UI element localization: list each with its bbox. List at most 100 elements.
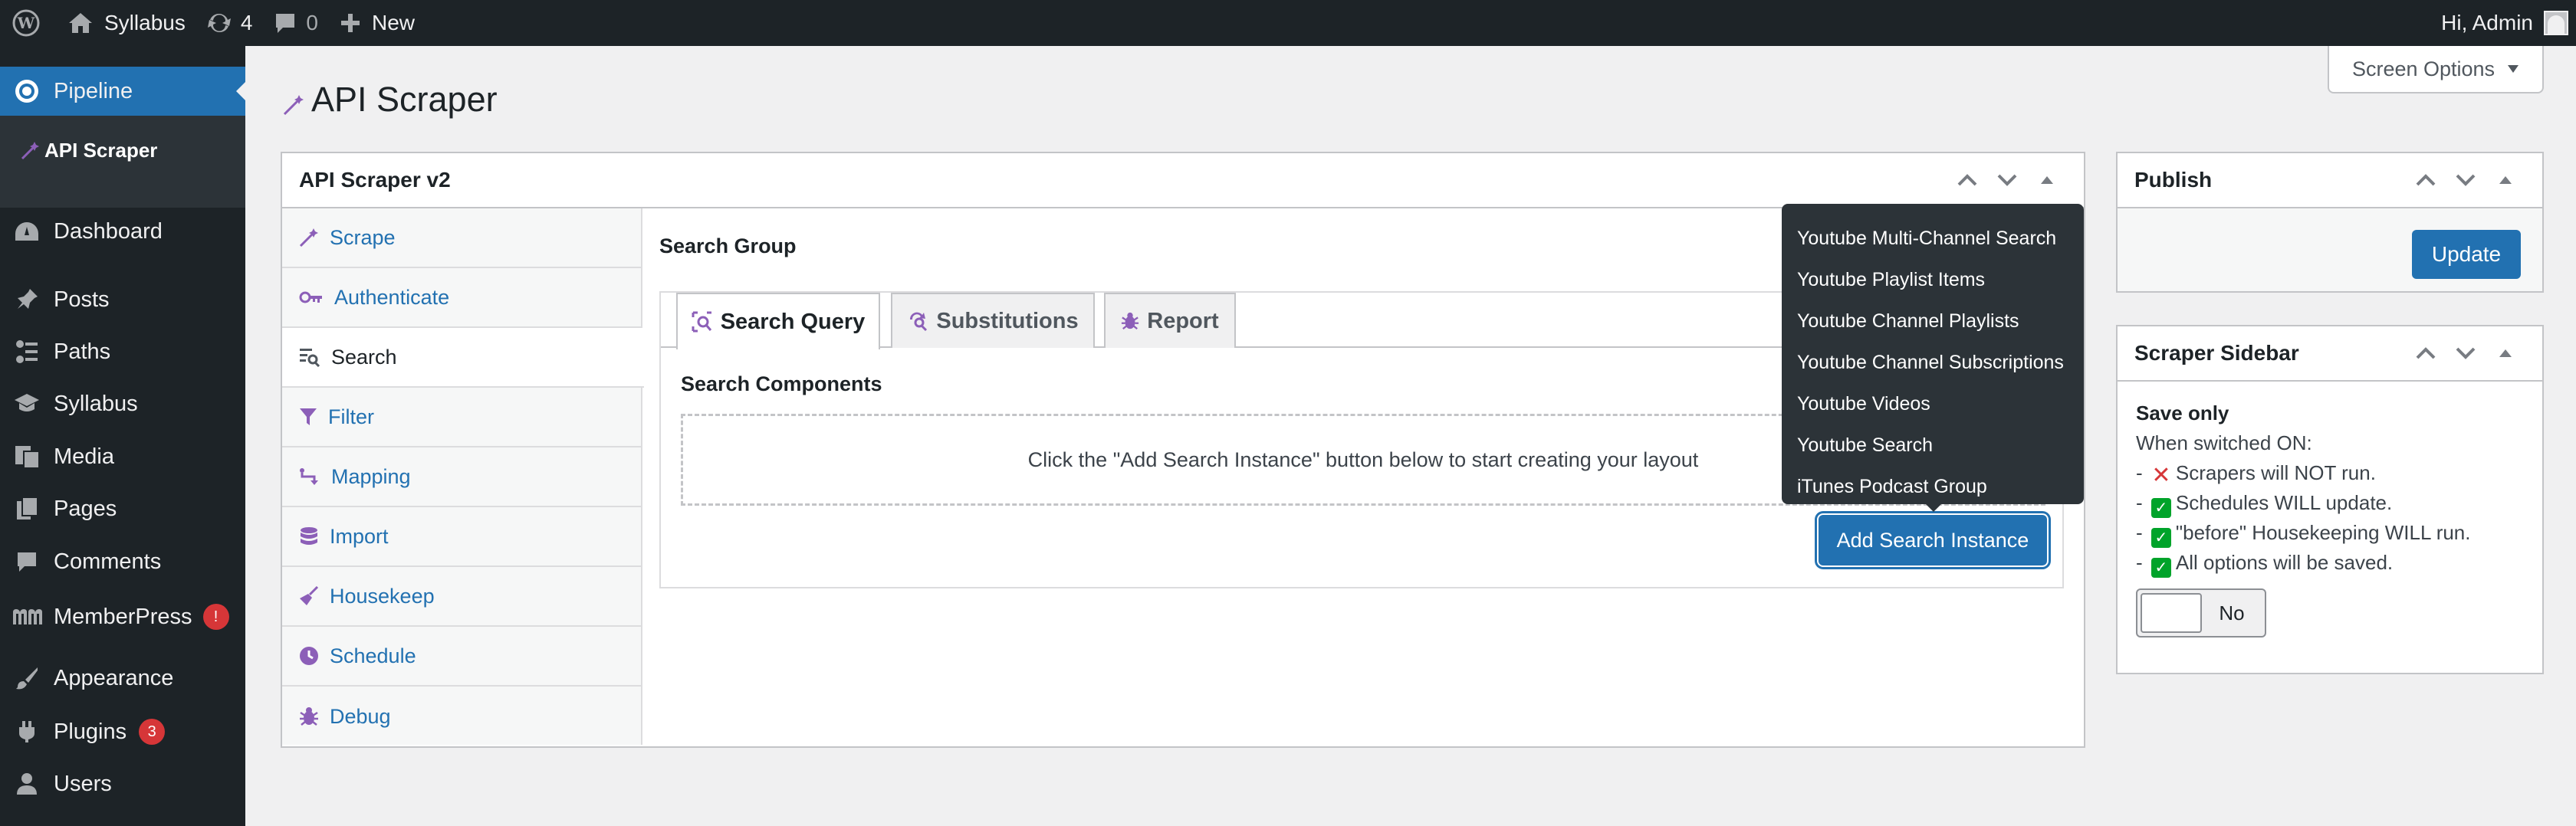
sidebar-item-label: MemberPress [54, 604, 192, 629]
save-only-label: Save only [2136, 402, 2229, 424]
sidebar-item-comments[interactable]: Comments [0, 538, 245, 585]
search-group-title: Search Group [659, 234, 797, 257]
vtab-housekeep[interactable]: Housekeep [282, 567, 642, 627]
broom-icon [300, 586, 319, 605]
move-up-button[interactable] [2406, 173, 2446, 187]
admin-bar: W Syllabus 4 0 New Hi, Admin [0, 0, 2576, 46]
dropdown-item[interactable]: Youtube Search [1782, 424, 2084, 466]
chevron-up-icon [1957, 174, 1977, 186]
toggle-panel-button[interactable] [2486, 349, 2525, 358]
scraper-sidebar-body: Save only When switched ON: - ✕ Scrapers … [2118, 382, 2542, 654]
mapping-icon [300, 468, 318, 485]
pin-icon [18, 289, 38, 309]
add-search-instance-button[interactable]: Add Search Instance [1819, 515, 2047, 565]
wordpress-logo-icon[interactable]: W [0, 0, 57, 46]
site-name-link[interactable]: Syllabus [57, 0, 196, 46]
bug-icon [300, 707, 318, 726]
tab-label: Report [1147, 308, 1219, 333]
sidebar-item-label: Comments [54, 549, 162, 574]
current-indicator [236, 82, 245, 100]
tab-search-query[interactable]: Search Query [676, 293, 880, 349]
sidebar-item-syllabus[interactable]: Syllabus [0, 380, 245, 428]
sidebar-item-dashboard[interactable]: Dashboard [0, 208, 245, 255]
vtab-filter[interactable]: Filter [282, 388, 642, 447]
vtab-mapping[interactable]: Mapping [282, 447, 642, 507]
new-label: New [372, 11, 416, 34]
check-mark-icon: ✓ [2150, 498, 2171, 518]
dropdown-item[interactable]: Youtube Channel Playlists [1782, 300, 2084, 342]
toggle-knob [2141, 593, 2202, 633]
move-down-button[interactable] [2446, 346, 2486, 360]
sidebar-item-pipeline[interactable]: Pipeline [0, 67, 245, 116]
save-only-toggle[interactable]: No [2136, 588, 2266, 638]
tab-report[interactable]: Report [1104, 293, 1236, 348]
vtab-authenticate[interactable]: Authenticate [282, 268, 642, 328]
toggle-panel-button[interactable] [2486, 175, 2525, 185]
submenu-item-api-scraper[interactable]: API Scraper [20, 139, 157, 162]
home-icon [69, 13, 92, 33]
refresh-icon [207, 13, 231, 33]
sidebar-item-paths[interactable]: Paths [0, 328, 245, 375]
sidebar-item-label: Syllabus [54, 391, 138, 416]
wand-icon [21, 141, 39, 159]
sidebar-item-posts[interactable]: Posts [0, 276, 245, 323]
search-components-title: Search Components [681, 372, 882, 395]
triangle-up-icon [2499, 176, 2512, 184]
move-up-button[interactable] [2406, 346, 2446, 360]
my-account[interactable]: Hi, Admin [2441, 11, 2576, 35]
dashboard-icon [15, 222, 38, 241]
move-down-button[interactable] [1987, 173, 2027, 187]
cross-mark-icon: ✕ [2151, 463, 2171, 488]
report-icon [1122, 312, 1139, 330]
sidebar-item-appearance[interactable]: Appearance [0, 654, 245, 702]
sidebar-item-media[interactable]: Media [0, 433, 245, 480]
sidebar-item-memberpress[interactable]: MemberPress ! [0, 593, 245, 641]
vtab-import[interactable]: Import [282, 507, 642, 567]
dropdown-item[interactable]: Youtube Videos [1782, 383, 2084, 424]
vtab-schedule[interactable]: Schedule [282, 627, 642, 687]
search-list-icon [300, 349, 320, 367]
move-up-button[interactable] [1947, 173, 1987, 187]
search-query-icon [692, 311, 711, 333]
screen-options-button[interactable]: Screen Options [2328, 46, 2544, 93]
substitutions-icon [910, 312, 928, 332]
dropdown-item[interactable]: iTunes Podcast Group [1782, 466, 2084, 507]
move-down-button[interactable] [2446, 173, 2486, 187]
admin-sidebar: Pipeline API Scraper Dashboard Posts Pat… [0, 46, 245, 826]
sidebar-item-label: Posts [54, 287, 110, 312]
page-icon [17, 498, 37, 520]
toggle-panel-button[interactable] [2027, 175, 2067, 185]
comments-link[interactable]: 0 [263, 0, 329, 46]
chevron-up-icon [2416, 174, 2436, 186]
dropdown-item[interactable]: Youtube Multi-Channel Search [1782, 218, 2084, 259]
vtab-search[interactable]: Search [282, 328, 644, 388]
tab-label: Search Query [720, 309, 866, 334]
sidebar-item-plugins[interactable]: Plugins 3 [0, 708, 245, 756]
sidebar-item-label: Plugins [54, 719, 127, 744]
vtab-label: Search [331, 345, 397, 369]
key-icon [299, 291, 322, 303]
updates-count: 4 [240, 11, 253, 34]
new-content-link[interactable]: New [329, 0, 426, 46]
vtab-label: Mapping [331, 464, 411, 488]
dropdown-item[interactable]: Youtube Channel Subscriptions [1782, 342, 2084, 383]
paths-icon [16, 340, 38, 363]
avatar [2544, 11, 2568, 35]
filter-icon [300, 408, 317, 425]
update-button[interactable]: Update [2412, 230, 2521, 279]
sidebar-item-pages[interactable]: Pages [0, 485, 245, 533]
chevron-down-icon [2456, 347, 2476, 359]
vtab-scrape[interactable]: Scrape [282, 208, 642, 268]
greeting: Hi, Admin [2441, 11, 2533, 34]
vtab-debug[interactable]: Debug [282, 687, 642, 746]
sidebar-item-users[interactable]: Users [0, 760, 245, 808]
tab-substitutions[interactable]: Substitutions [891, 293, 1095, 348]
triangle-up-icon [2041, 176, 2053, 184]
dropdown-item[interactable]: Youtube Playlist Items [1782, 259, 2084, 300]
submenu-item-label: API Scraper [44, 139, 158, 162]
media-icon [15, 446, 38, 467]
plugin-icon [19, 721, 34, 742]
sidebar-item-label: Pages [54, 496, 117, 521]
updates-link[interactable]: 4 [196, 0, 264, 46]
sidebar-item-label: Media [54, 444, 114, 469]
